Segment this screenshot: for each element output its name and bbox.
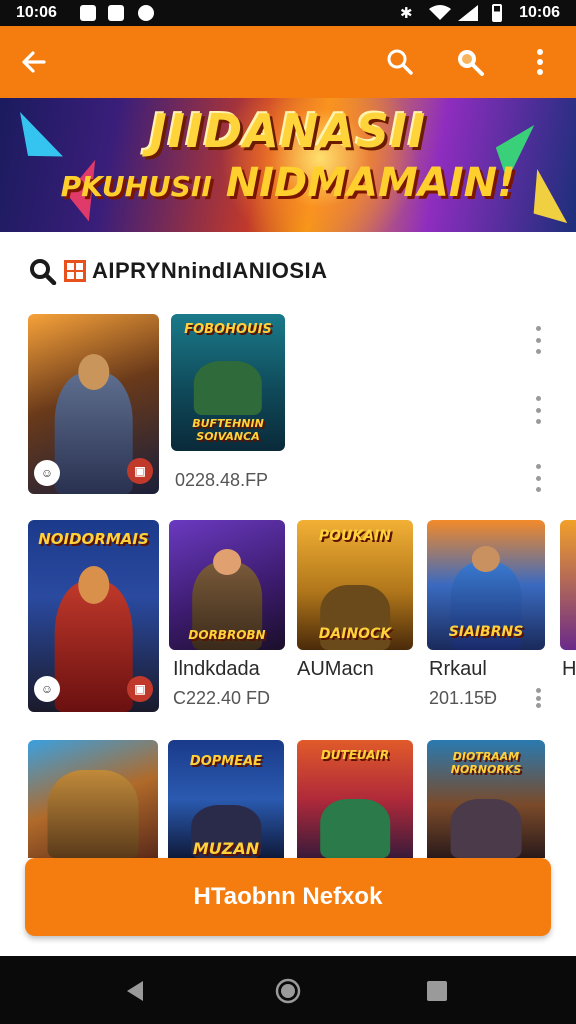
home-icon	[275, 978, 301, 1004]
search-icon	[458, 50, 484, 76]
bluetooth-icon: ✱	[400, 5, 413, 22]
game-logo: DORBROBN	[188, 628, 266, 642]
arrow-left-icon	[22, 51, 46, 73]
app-notification-icon	[108, 5, 124, 21]
game-card[interactable]	[560, 520, 576, 650]
game-card[interactable]: DORBROBN	[169, 520, 285, 650]
game-logo: DUTEUAIR	[320, 748, 390, 762]
section-header: AIPRYNnindIANIOSIA	[28, 256, 328, 286]
game-card[interactable]: ☺ ▣	[28, 314, 159, 494]
game-title: Rrkaul	[429, 658, 487, 680]
game-meta: 201.15Ð	[429, 688, 498, 708]
banner-subtitle: PKUHUSII NIDMAMAIN!	[0, 160, 576, 206]
game-hero	[193, 360, 263, 416]
banner-subtitle-small: PKUHUSII	[60, 170, 212, 203]
message-icon	[138, 5, 154, 21]
game-card[interactable]: POUKAIN DAINOCK	[297, 520, 413, 650]
game-title: AUMacn	[297, 658, 374, 680]
system-nav-bar	[0, 956, 576, 1024]
game-card[interactable]: NOIDORMAIS ☺ ▣	[28, 520, 159, 712]
more-options-button[interactable]	[528, 688, 548, 708]
app-toolbar	[0, 26, 576, 98]
game-card[interactable]: DIOTRAAM NORNORKS	[427, 740, 545, 858]
section-title: AIPRYNnindIANIOSIA	[92, 258, 328, 283]
game-logo: DOPMEAE	[189, 754, 263, 769]
more-options-button[interactable]	[528, 396, 548, 424]
banner-subtitle-main: NIDMAMAIN!	[225, 160, 516, 206]
banner-title: JIIDANASII	[149, 104, 427, 158]
battery-icon	[492, 4, 502, 22]
wifi-icon	[429, 5, 451, 20]
game-logo-sub: DAINOCK	[318, 626, 392, 642]
search-icon	[30, 259, 57, 285]
game-logo-sub: BUFTEHNIN SOIVANCA	[192, 417, 264, 443]
game-logo: FOBOHOUIS	[184, 322, 272, 337]
grid-icon	[64, 260, 86, 282]
signal-icon	[458, 5, 478, 21]
status-bar: 10:06 ✱ 10:06	[0, 0, 576, 26]
game-logo: DIOTRAAM NORNORKS	[450, 750, 522, 776]
game-card[interactable]	[28, 740, 158, 858]
game-hero-head	[213, 548, 241, 575]
more-options-button[interactable]	[528, 464, 548, 492]
recents-icon	[427, 981, 447, 1001]
search-icon	[387, 49, 413, 75]
game-hero	[320, 799, 390, 858]
publisher-icon: ☺	[34, 460, 60, 486]
nav-recents-button[interactable]	[422, 976, 452, 1006]
game-hero	[47, 769, 139, 858]
game-logo: NOIDORMAIS	[38, 530, 149, 548]
game-card[interactable]: DUTEUAIR	[297, 740, 413, 858]
game-meta: 0228.48.FP	[175, 470, 269, 490]
overflow-menu-button[interactable]	[518, 40, 562, 84]
game-hero	[450, 799, 522, 858]
game-card[interactable]: SIAIBRNS	[427, 520, 545, 650]
nav-home-button[interactable]	[273, 976, 303, 1006]
rating-icon: ▣	[127, 458, 153, 484]
rating-icon: ▣	[127, 676, 153, 702]
game-logo: SIAIBRNS	[448, 624, 524, 640]
search-filter-button[interactable]	[448, 40, 492, 84]
back-button[interactable]	[12, 40, 56, 84]
game-title: H	[562, 658, 576, 680]
search-button[interactable]	[378, 40, 422, 84]
back-icon	[127, 981, 143, 1001]
game-card[interactable]: DOPMEAE MUZAN	[168, 740, 284, 858]
game-card[interactable]: FOBOHOUIS BUFTEHNIN SOIVANCA	[171, 314, 285, 451]
game-art	[560, 520, 576, 650]
nav-back-button[interactable]	[120, 976, 150, 1006]
game-meta: C222.40 FD	[173, 688, 271, 708]
notification-icon	[80, 5, 96, 21]
status-time-right: 10:06	[519, 4, 560, 21]
primary-action-button[interactable]: HTaobnn Nefxok	[25, 858, 551, 936]
game-title: Ilndkdada	[173, 658, 260, 680]
more-vert-icon	[537, 49, 543, 75]
promo-banner[interactable]: JIIDANASII PKUHUSII NIDMAMAIN!	[0, 98, 576, 232]
status-time: 10:06	[16, 4, 57, 21]
game-hero	[54, 371, 133, 494]
game-logo: POUKAIN	[318, 528, 392, 544]
publisher-icon: ☺	[34, 676, 60, 702]
game-logo-sub: MUZAN	[192, 839, 260, 858]
more-options-button[interactable]	[528, 326, 548, 354]
